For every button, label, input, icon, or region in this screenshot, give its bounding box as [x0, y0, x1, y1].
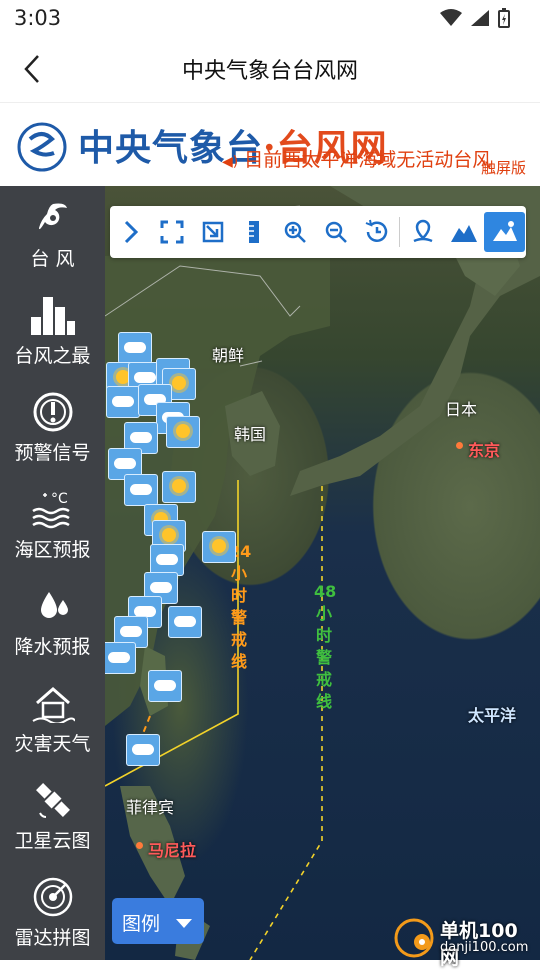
satellite-map-icon	[492, 221, 517, 241]
sidebar-item-label: 预警信号	[14, 442, 91, 464]
status-time: 3:03	[14, 6, 62, 30]
sidebar-item-typhoon-records[interactable]: 台风之最	[0, 283, 105, 380]
sidebar-item-label: 海区预报	[14, 539, 91, 561]
terrain-button[interactable]	[443, 212, 484, 252]
manila-marker	[136, 842, 143, 849]
history-button[interactable]	[356, 212, 397, 252]
status-icons	[440, 8, 510, 28]
weather-cloudy-icon[interactable]	[168, 606, 202, 638]
zoom-out-button[interactable]	[315, 212, 356, 252]
expand-button[interactable]	[110, 212, 151, 252]
svg-text:°C: °C	[51, 491, 68, 507]
sidebar-item-satellite[interactable]: 卫星云图	[0, 768, 105, 865]
sidebar-item-label: 卫星云图	[14, 830, 91, 852]
export-button[interactable]	[192, 212, 233, 252]
ticker-text: 目前西太平洋海域无活动台风	[244, 149, 492, 171]
map-label-japan: 日本	[445, 400, 478, 419]
radar-icon	[33, 877, 72, 917]
sidebar-item-label: 台 风	[30, 248, 75, 270]
warning-24h-char: 警	[230, 608, 247, 627]
ruler-button[interactable]	[233, 212, 274, 252]
tokyo-marker	[456, 442, 463, 449]
zoom-in-icon	[284, 221, 306, 243]
site-banner: 中央气象台·台风网 ◀) 目前西太平洋海域无活动台风 触屏版	[0, 102, 540, 187]
zoom-out-icon	[325, 221, 347, 243]
history-icon	[365, 219, 387, 242]
sidebar-item-disaster-weather[interactable]: 灾害天气	[0, 671, 105, 768]
watermark-logo-icon	[394, 918, 434, 958]
location-button[interactable]	[402, 212, 443, 252]
disaster-house-icon	[31, 687, 75, 723]
warning-24h-char: 小	[230, 564, 247, 583]
status-bar: 3:03	[0, 0, 540, 36]
map-label-pacific: 太平洋	[468, 706, 517, 725]
weather-sunny-icon[interactable]	[202, 531, 236, 563]
sidebar-item-sea-forecast[interactable]: °C 海区预报	[0, 477, 105, 574]
warning-24h-char: 戒	[230, 630, 247, 649]
watermark-url: danji100.com	[440, 940, 529, 955]
location-icon	[412, 219, 433, 243]
weather-sunny-icon[interactable]	[162, 471, 196, 503]
terrain-icon	[450, 225, 477, 242]
chevron-down-icon	[176, 919, 192, 928]
zoom-in-button[interactable]	[274, 212, 315, 252]
weather-cloudy-icon[interactable]	[118, 332, 152, 364]
warning-24h-char: 时	[230, 586, 247, 605]
warning-line-48h-label: 48 小 时 警 戒 线	[314, 581, 337, 713]
cma-logo-icon	[17, 122, 67, 172]
touch-version-link[interactable]: 触屏版	[481, 157, 526, 178]
warning-48h-char: 警	[315, 648, 332, 667]
app-bar: 中央气象台台风网	[0, 36, 540, 102]
signal-icon	[471, 10, 489, 26]
side-nav: 台 风 台风之最 预警信号 °C 海区预报 降水预报 灾害天气 卫星云图 雷达拼…	[0, 186, 105, 960]
fullscreen-button[interactable]	[151, 212, 192, 252]
weather-cloudy-icon[interactable]	[106, 386, 140, 418]
map-toolbar	[110, 206, 526, 258]
battery-icon	[498, 8, 510, 28]
sidebar-item-label: 台风之最	[14, 345, 91, 367]
map-label-philippines: 菲律宾	[126, 798, 175, 817]
weather-cloudy-icon[interactable]	[124, 474, 158, 506]
sidebar-item-precipitation[interactable]: 降水预报	[0, 574, 105, 671]
warning-24h-char: 线	[230, 652, 247, 671]
warning-48h-char: 时	[315, 626, 332, 645]
ruler-icon	[248, 221, 259, 243]
weather-cloudy-icon[interactable]	[102, 642, 136, 674]
sea-temperature-icon: °C	[31, 491, 70, 529]
map-label-korea: 韩国	[234, 425, 267, 444]
sidebar-item-radar[interactable]: 雷达拼图	[0, 865, 105, 962]
warning-48h-char: 48	[314, 582, 337, 601]
sidebar-item-warning-signal[interactable]: 预警信号	[0, 380, 105, 477]
bar-chart-icon	[30, 297, 75, 335]
legend-label: 图例	[122, 913, 161, 935]
fullscreen-icon	[160, 220, 183, 244]
weather-cloudy-icon[interactable]	[126, 734, 160, 766]
export-icon	[202, 221, 223, 243]
warning-48h-char: 戒	[315, 670, 332, 689]
map-label-tokyo: 东京	[468, 441, 501, 460]
sidebar-item-label: 雷达拼图	[14, 927, 91, 949]
satellite-map-button[interactable]	[484, 212, 525, 252]
chevron-right-icon	[124, 220, 138, 244]
sidebar-item-label: 灾害天气	[14, 733, 91, 755]
warning-48h-char: 线	[315, 692, 332, 711]
news-ticker[interactable]: ◀) 目前西太平洋海域无活动台风	[222, 145, 491, 172]
satellite-icon	[35, 783, 70, 818]
toolbar-divider	[399, 217, 400, 247]
map-label-manila: 马尼拉	[148, 841, 197, 860]
page-title: 中央气象台台风网	[181, 59, 358, 84]
warning-signal-icon	[33, 392, 72, 432]
weather-cloudy-icon[interactable]	[148, 670, 182, 702]
wifi-icon	[440, 9, 462, 26]
watermark: 单机100网 danji100.com	[388, 914, 536, 969]
sidebar-item-typhoon[interactable]: 台 风	[0, 186, 105, 283]
weather-sunny-icon[interactable]	[166, 416, 200, 448]
legend-button[interactable]: 图例	[112, 898, 204, 944]
raindrop-icon	[40, 592, 68, 618]
typhoon-icon	[38, 203, 67, 230]
warning-48h-char: 小	[315, 604, 332, 623]
speaker-icon: ◀)	[222, 154, 239, 170]
sidebar-item-label: 降水预报	[14, 636, 91, 658]
map-label-north-korea: 朝鲜	[212, 346, 245, 365]
